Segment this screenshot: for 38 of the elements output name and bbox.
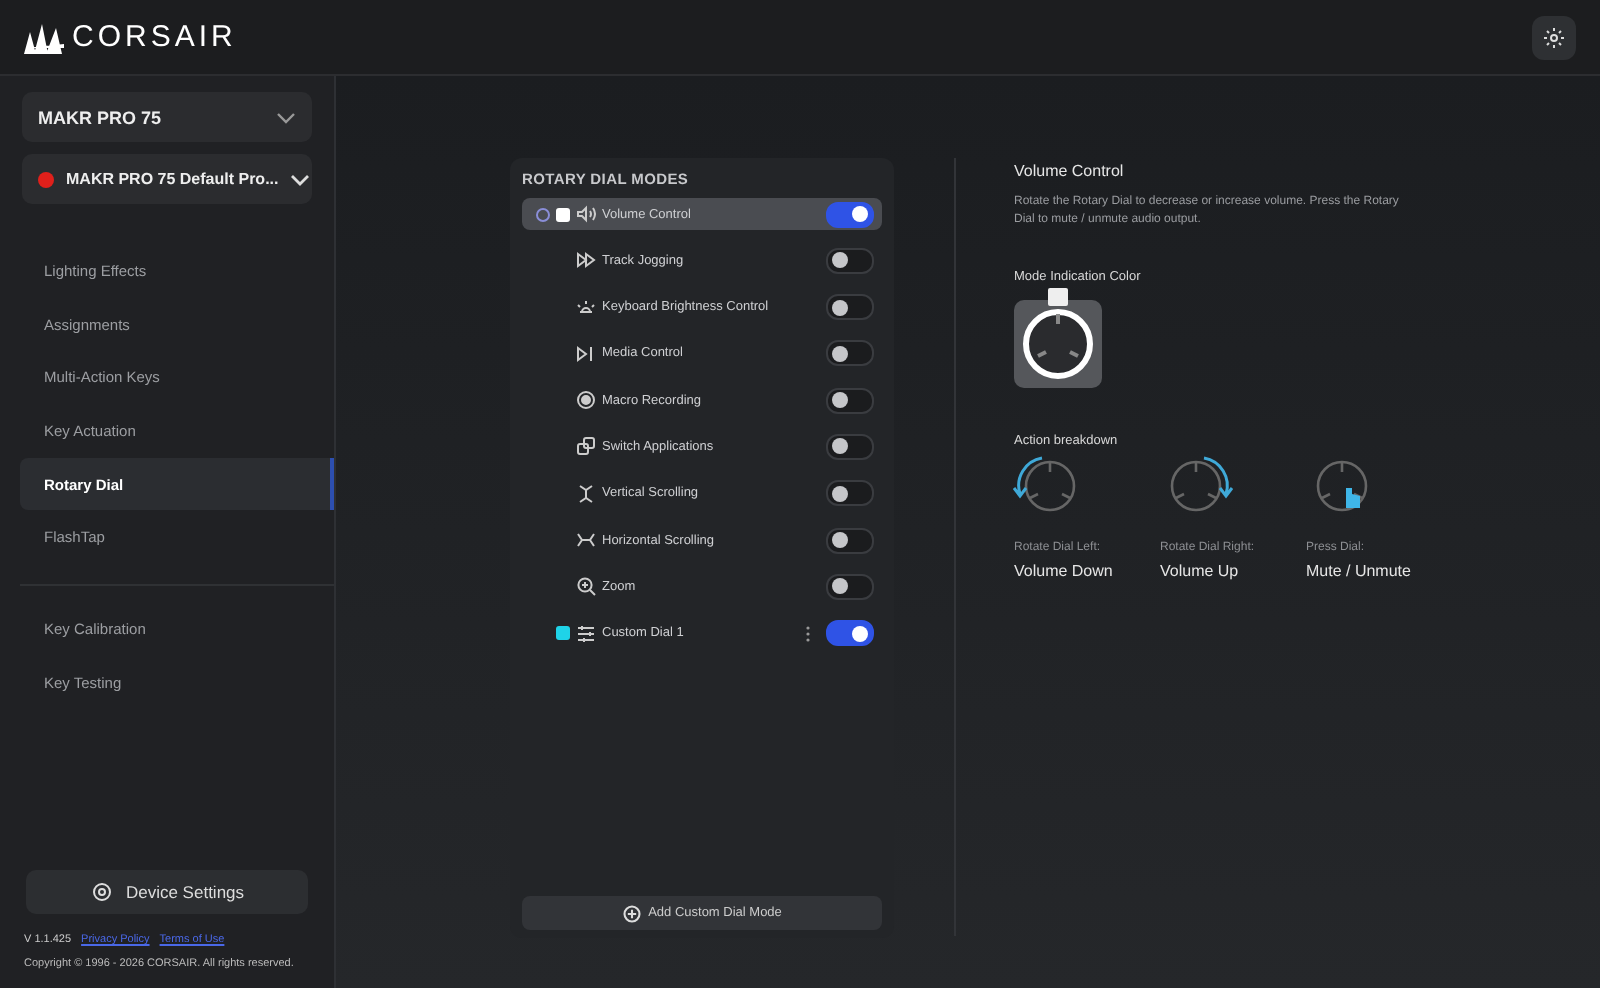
toggle-switch[interactable]	[826, 201, 874, 227]
detail-title: Volume Control	[1014, 162, 1126, 180]
play-pause-icon	[576, 343, 596, 364]
brightness-icon	[576, 297, 596, 318]
color-swatch[interactable]	[556, 207, 570, 221]
dial-color-drawing[interactable]	[1014, 287, 1102, 388]
toggle-switch[interactable]	[826, 620, 874, 647]
device-dropdown[interactable]: MAKR PRO 75	[22, 92, 312, 142]
record-icon	[576, 390, 596, 411]
toggle-switch[interactable]	[826, 340, 874, 367]
action-value: Volume Down	[1014, 561, 1110, 580]
settings-icon	[89, 880, 114, 904]
logo-text: CORSAIR	[72, 20, 237, 54]
chevron-down-icon	[290, 173, 311, 185]
toggle-switch[interactable]	[826, 527, 874, 554]
profile-dropdown[interactable]: MAKR PRO 75 Default Pro...	[22, 154, 312, 204]
settings-button[interactable]	[1532, 15, 1576, 59]
speaker-icon	[576, 204, 596, 224]
action-value: Volume Up	[1160, 561, 1241, 580]
windows-icon	[576, 436, 596, 457]
color-swatch[interactable]	[556, 626, 570, 641]
profile-name: MAKR PRO 75 Default Pro...	[66, 170, 279, 188]
toggle-switch[interactable]	[826, 480, 874, 507]
fast-forward-icon	[576, 250, 596, 271]
toggle-switch[interactable]	[826, 294, 874, 321]
settings-icon	[1542, 25, 1566, 49]
zoom-icon	[576, 576, 596, 597]
plus-circle-icon	[622, 903, 643, 923]
chevron-down-icon	[276, 111, 296, 123]
toggle-switch[interactable]	[826, 573, 874, 600]
toggle-switch[interactable]	[826, 387, 874, 414]
horizontal-arrows-icon	[576, 530, 596, 551]
radio-button[interactable]	[536, 207, 550, 221]
sliders-icon	[576, 623, 596, 644]
device-settings-button[interactable]: Device Settings	[26, 870, 308, 914]
toggle-switch[interactable]	[826, 247, 874, 274]
vertical-arrows-icon	[576, 483, 596, 504]
toggle-switch[interactable]	[826, 433, 874, 460]
